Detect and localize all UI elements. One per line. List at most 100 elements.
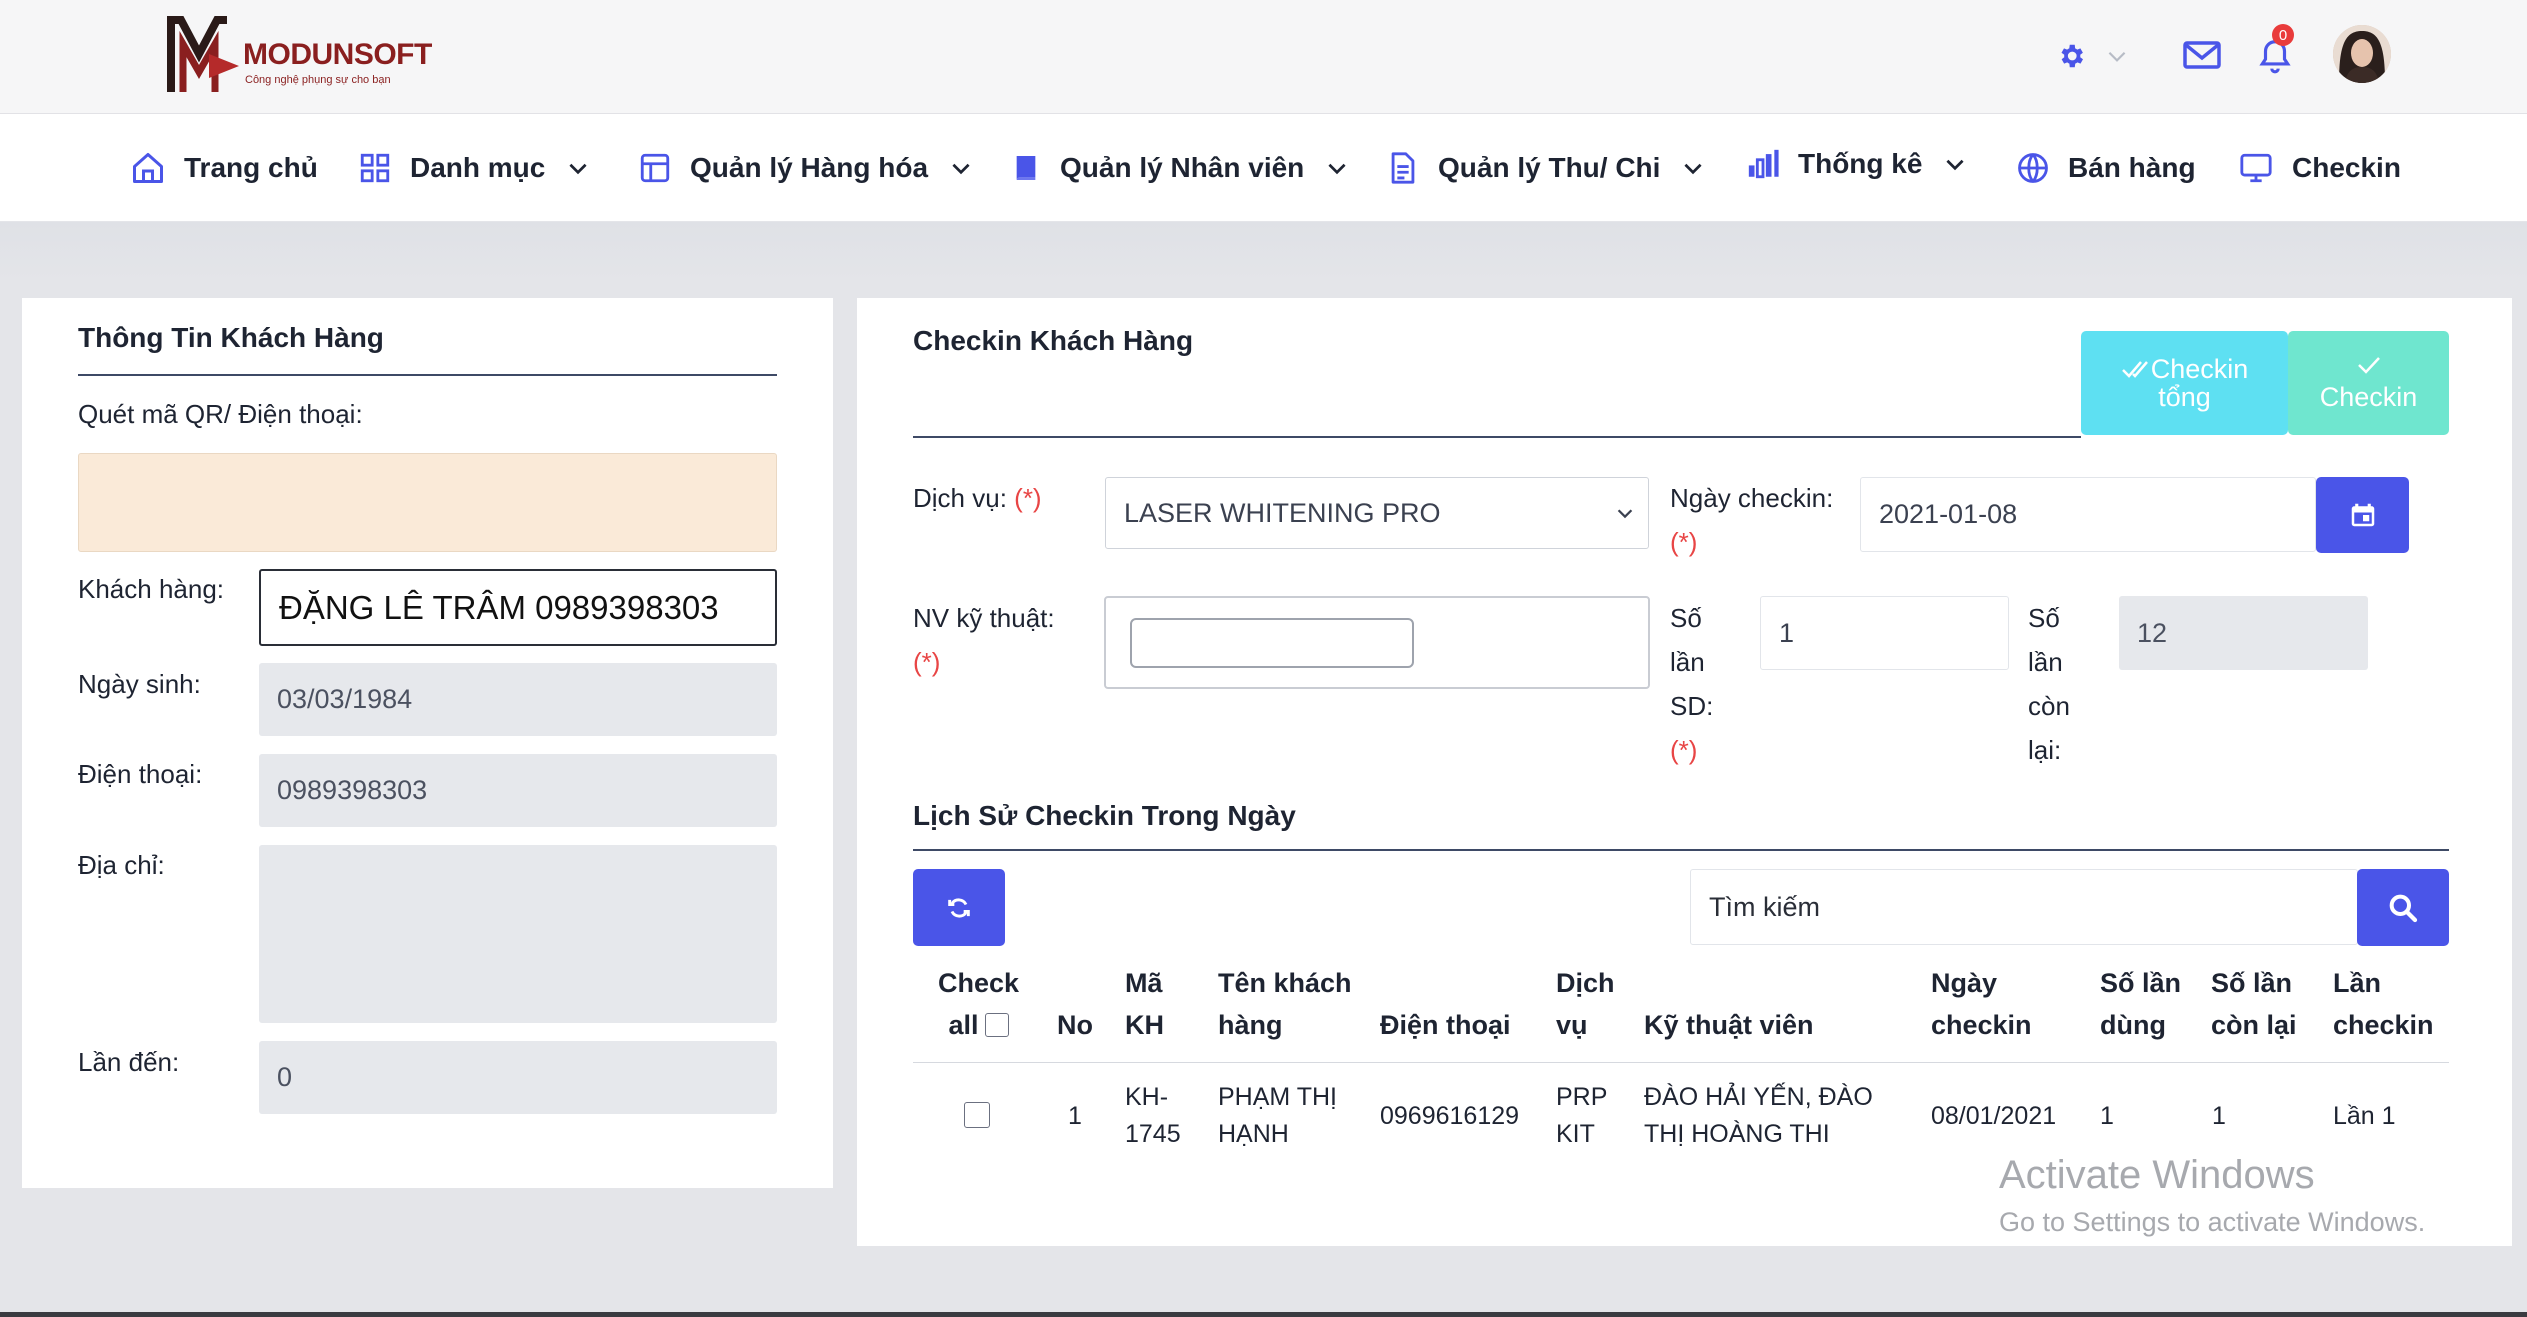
nav-item-home[interactable]: Trang chủ <box>130 148 318 188</box>
table-header-divider <box>913 1062 2449 1063</box>
nav-item-checkin[interactable]: Checkin <box>2238 148 2401 188</box>
col-no: No <box>1057 1010 1093 1040</box>
refresh-button[interactable] <box>913 869 1005 946</box>
service-select[interactable]: LASER WHITENING PRO <box>1105 477 1649 549</box>
refresh-icon <box>948 897 970 918</box>
remain-count-field: 12 <box>2119 596 2368 670</box>
col-tech: Kỹ thuật viên <box>1644 1010 1814 1040</box>
grid-icon <box>360 153 390 183</box>
customer-select[interactable]: ĐẶNG LÊ TRÂM 0989398303 <box>259 569 777 646</box>
row-code: KH- 1745 <box>1125 1083 1181 1148</box>
mail-icon <box>2183 41 2221 69</box>
divider <box>78 374 777 376</box>
check-all-checkbox[interactable] <box>984 1013 1009 1037</box>
calendar-icon <box>2351 503 2374 527</box>
qr-label: Quét mã QR/ Điện thoại: <box>78 399 363 429</box>
notifications-button[interactable]: 0 <box>2256 24 2306 76</box>
phone-field: 0989398303 <box>259 754 777 827</box>
checkin-date-input[interactable]: 2021-01-08 <box>1860 477 2316 552</box>
document-icon <box>1391 152 1415 184</box>
service-selected-value: LASER WHITENING PRO <box>1124 497 1441 528</box>
visits-field: 0 <box>259 1041 777 1114</box>
settings-menu[interactable] <box>2056 38 2136 74</box>
bottom-edge <box>0 1312 2527 1317</box>
nav-item-finance[interactable]: Quản lý Thu/ Chi <box>1386 148 1706 188</box>
monitor-icon <box>2240 153 2272 183</box>
col-times: Lần checkin <box>2333 968 2434 1040</box>
chevron-down-icon <box>1617 509 1633 519</box>
required-mark: (*) <box>913 647 941 677</box>
activate-windows-title: Activate Windows <box>1999 1153 2315 1197</box>
divider <box>913 436 2081 438</box>
chevron-down-icon <box>1946 159 1964 171</box>
chevron-down-icon <box>1328 163 1346 175</box>
row-date: 08/01/2021 <box>1931 1102 2057 1130</box>
brand-name: MODUNSOFT <box>243 38 432 71</box>
chevron-down-icon <box>952 163 970 175</box>
row-service: PRP KIT <box>1556 1083 1608 1148</box>
divider <box>913 849 2449 851</box>
birth-field: 03/03/1984 <box>259 663 777 736</box>
required-mark: (*) <box>1670 735 1698 765</box>
address-field <box>259 845 777 1023</box>
used-label: Số lần SD: (*) <box>1670 596 1713 772</box>
tech-multiselect[interactable] <box>1104 596 1650 689</box>
nav-item-statistics[interactable]: Thống kê <box>1746 144 1968 184</box>
checkin-total-label-line2: tổng <box>2158 382 2211 412</box>
row-no: 1 <box>1068 1102 1082 1130</box>
globe-icon <box>2018 153 2048 183</box>
book-icon <box>1016 156 1036 180</box>
row-checkbox[interactable] <box>964 1102 990 1128</box>
avatar[interactable] <box>2333 25 2391 83</box>
address-label: Địa chỉ: <box>78 850 165 880</box>
search-icon <box>2389 894 2418 922</box>
home-icon <box>133 153 163 183</box>
double-check-icon <box>2121 361 2148 378</box>
phone-label: Điện thoại: <box>78 759 203 789</box>
checkin-total-button[interactable]: Checkin tổng <box>2081 331 2288 435</box>
brand-tagline: Công nghệ phụng sự cho bạn <box>245 74 391 86</box>
bar-chart-icon <box>1748 149 1779 179</box>
col-phone: Điện thoại <box>1380 1010 1511 1040</box>
gear-icon <box>2061 44 2083 68</box>
row-remain: 1 <box>2212 1102 2226 1130</box>
col-used: Số lần dùng <box>2100 968 2182 1040</box>
date-picker-button[interactable] <box>2316 477 2409 553</box>
used-count-input[interactable]: 1 <box>1760 596 2009 670</box>
required-mark: (*) <box>1670 527 1698 557</box>
col-date: Ngày checkin <box>1931 968 2032 1040</box>
table-icon <box>640 153 670 183</box>
history-search-input[interactable]: Tìm kiếm <box>1690 869 2358 945</box>
nav-item-products[interactable]: Quản lý Hàng hóa <box>638 148 974 188</box>
nav-label: Quản lý Hàng hóa <box>690 152 929 183</box>
remain-label: Số lần còn lại: <box>2028 603 2070 765</box>
row-times: Lần 1 <box>2333 1102 2396 1130</box>
nav-label: Thống kê <box>1798 148 1923 179</box>
checkin-title: Checkin Khách Hàng <box>913 325 1194 356</box>
nav-label: Bán hàng <box>2068 152 2196 183</box>
history-title: Lịch Sử Checkin Trong Ngày <box>913 800 1296 831</box>
qr-phone-input[interactable] <box>78 453 777 552</box>
row-tech: ĐÀO HẢI YẾN, ĐÀO THỊ HOÀNG THI <box>1644 1083 1873 1148</box>
activate-windows-subtitle: Go to Settings to activate Windows. <box>1999 1207 2426 1237</box>
row-name: PHẠM THỊ HẠNH <box>1218 1083 1337 1148</box>
nav-item-categories[interactable]: Danh mục <box>358 148 591 188</box>
nav-label: Quản lý Thu/ Chi <box>1438 152 1661 183</box>
birth-label: Ngày sinh: <box>78 669 201 699</box>
mail-button[interactable] <box>2182 38 2222 72</box>
search-button[interactable] <box>2357 869 2449 946</box>
nav-label: Quản lý Nhân viên <box>1060 152 1305 183</box>
col-remain: Số lần còn lại <box>2211 968 2297 1040</box>
visits-label: Lần đến: <box>78 1047 180 1077</box>
brand-logo[interactable]: MODUNSOFT Công nghệ phụng sự cho bạn <box>165 14 432 96</box>
date-label: Ngày checkin: <box>1670 483 1834 513</box>
tech-label: NV kỹ thuật: <box>913 603 1055 633</box>
nav-item-staff[interactable]: Quản lý Nhân viên <box>1010 148 1350 188</box>
checkin-button[interactable]: Checkin <box>2288 331 2449 435</box>
nav-label: Danh mục <box>410 152 546 183</box>
tech-search-input[interactable] <box>1130 618 1414 668</box>
nav-item-sales[interactable]: Bán hàng <box>2016 148 2196 188</box>
required-mark: (*) <box>1014 483 1042 513</box>
service-label: Dịch vụ: (*) <box>913 483 1042 513</box>
avatar-image <box>2333 25 2391 83</box>
